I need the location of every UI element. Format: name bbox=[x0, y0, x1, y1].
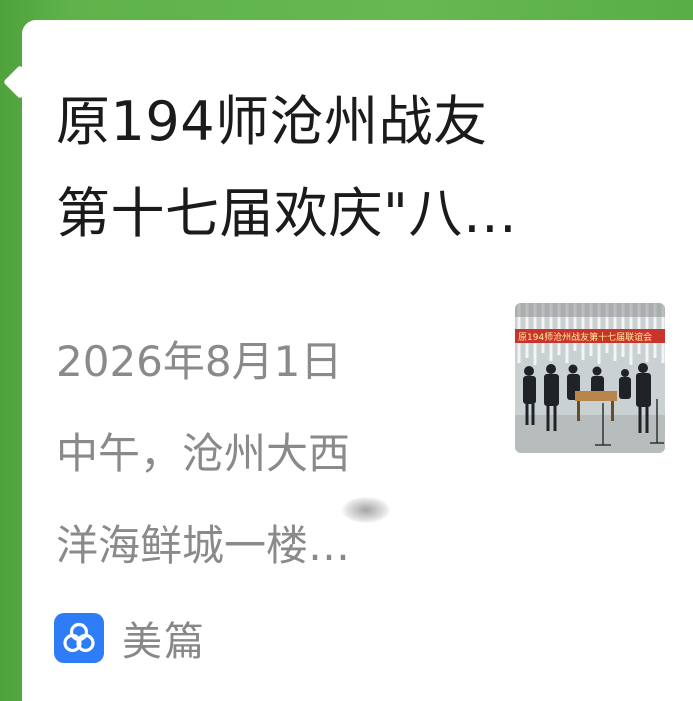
article-description-line-2: 中午，沧州大西 bbox=[56, 429, 351, 478]
source-row: 美篇 bbox=[54, 609, 206, 667]
image-smudge bbox=[342, 497, 390, 523]
source-app-name: 美篇 bbox=[122, 619, 206, 665]
article-title: 原194师沧州战友 第十七届欢庆"八… bbox=[56, 76, 666, 260]
article-title-line-1: 原194师沧州战友 bbox=[56, 90, 488, 153]
article-description: 2026年8月1日 中午，沧州大西 洋海鲜城一楼… bbox=[56, 316, 486, 592]
article-description-line-3: 洋海鲜城一楼… bbox=[56, 521, 351, 570]
article-title-line-2: 第十七届欢庆"八… bbox=[56, 182, 518, 245]
shared-article-card[interactable]: 原194师沧州战友 第十七届欢庆"八… 2026年8月1日 中午，沧州大西 洋海… bbox=[22, 20, 693, 701]
article-thumbnail: 原194师沧州战友第十七届联谊会 bbox=[515, 303, 665, 453]
article-description-line-1: 2026年8月1日 bbox=[56, 337, 343, 386]
meipian-logo-icon bbox=[54, 613, 104, 663]
thumbnail-banner-text: 原194师沧州战友第十七届联谊会 bbox=[518, 331, 652, 343]
